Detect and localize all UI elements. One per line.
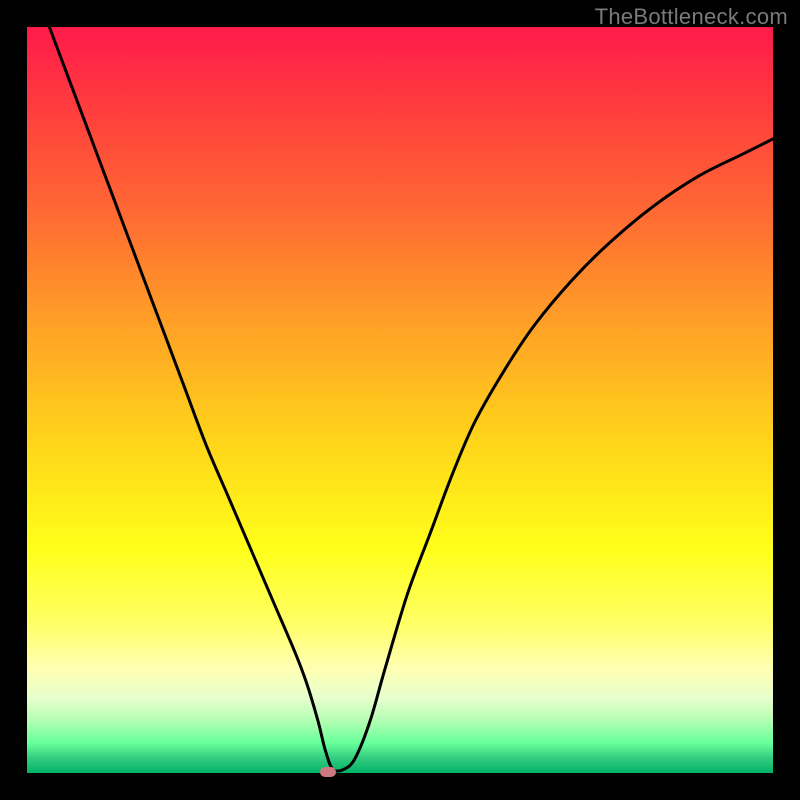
optimum-marker	[320, 767, 336, 777]
chart-plot-area	[27, 27, 773, 773]
chart-frame: TheBottleneck.com	[0, 0, 800, 800]
watermark-text: TheBottleneck.com	[595, 4, 788, 30]
bottleneck-curve	[27, 27, 773, 773]
